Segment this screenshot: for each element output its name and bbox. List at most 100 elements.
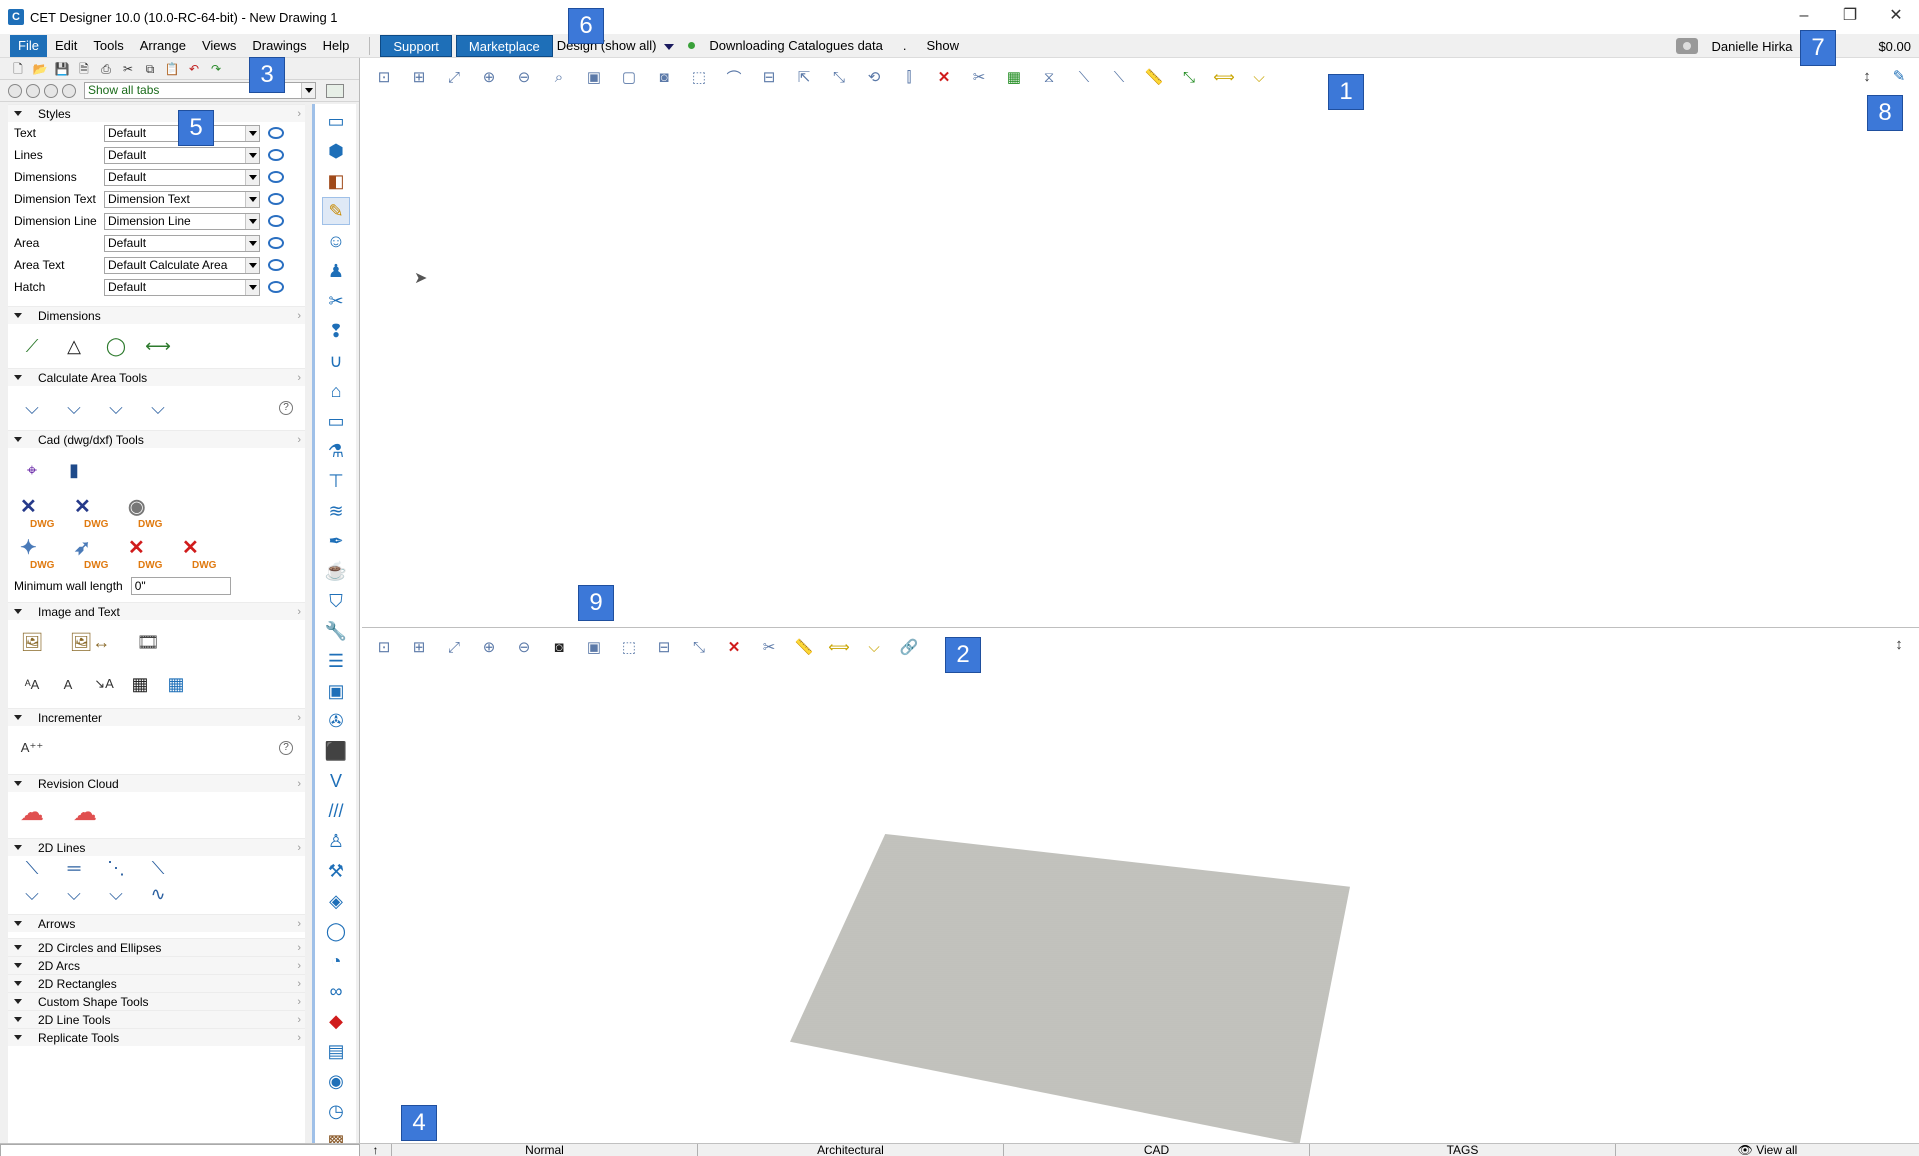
section-styles[interactable]: Styles bbox=[8, 104, 305, 123]
select-area-icon[interactable]: ⬚ bbox=[617, 636, 641, 658]
zoom-extents-icon[interactable]: ⊡ bbox=[372, 66, 396, 88]
tab-cup-icon[interactable]: ☕ bbox=[323, 558, 349, 584]
tab-layers-icon[interactable]: ≋ bbox=[323, 498, 349, 524]
snap-icon[interactable]: ⌵ bbox=[1247, 66, 1271, 88]
area-tool-icon-1[interactable]: ⌵ bbox=[18, 395, 46, 421]
eye-icon[interactable] bbox=[268, 259, 284, 271]
ruler-icon[interactable]: 📏 bbox=[1142, 66, 1166, 88]
table-icon[interactable]: ▦ bbox=[162, 671, 190, 697]
line-point-icon[interactable]: ⟍ bbox=[144, 855, 172, 881]
dwg-explode-icon[interactable]: ✕ DWG bbox=[18, 494, 62, 530]
tab-magnet-icon[interactable]: ∪ bbox=[323, 348, 349, 374]
tab-monitor-icon[interactable]: ▭ bbox=[323, 408, 349, 434]
crosshair-icon[interactable]: ⌖ bbox=[18, 457, 46, 483]
panel-options-icon[interactable] bbox=[326, 83, 344, 98]
tab-diamond-icon[interactable]: ◈ bbox=[323, 888, 349, 914]
select-area-icon[interactable]: ⬚ bbox=[687, 66, 711, 88]
text-box-icon[interactable]: A bbox=[54, 671, 82, 697]
tab-materials-icon[interactable]: ◧ bbox=[323, 168, 349, 194]
style-dimension-line-select[interactable]: Dimension Line bbox=[104, 212, 260, 230]
open-folder-icon[interactable]: 📂 bbox=[32, 61, 48, 77]
revision-cloud-icon[interactable]: ☁ bbox=[18, 799, 46, 826]
new-file-icon[interactable]: 🗋 bbox=[10, 61, 26, 77]
tab-cloth-icon[interactable]: ⛉ bbox=[323, 588, 349, 614]
filter-circle-icon-4[interactable] bbox=[62, 83, 76, 98]
minimum-wall-length-input[interactable]: 0" bbox=[130, 577, 231, 595]
status-architectural[interactable]: Architectural bbox=[698, 1144, 1004, 1156]
eye-icon[interactable] bbox=[268, 237, 284, 249]
area-tool-icon-3[interactable]: ⌵ bbox=[102, 395, 130, 421]
tab-lamp-icon[interactable]: ❢ bbox=[323, 318, 349, 344]
minimize-button[interactable]: – bbox=[1781, 0, 1827, 34]
text-tool-icon[interactable]: ᴬA bbox=[18, 671, 46, 697]
fit-view-icon[interactable]: ⤢ bbox=[442, 66, 466, 88]
style-area-select[interactable]: Default bbox=[104, 234, 260, 252]
section-incrementer[interactable]: Incrementer bbox=[8, 708, 305, 727]
polyline-points-icon[interactable]: ∿ bbox=[144, 881, 172, 907]
insert-image-icon[interactable]: 🖼 bbox=[18, 629, 46, 655]
incrementer-icon[interactable]: A⁺⁺ bbox=[18, 735, 46, 761]
eye-icon[interactable] bbox=[268, 193, 284, 205]
tab-draw-tools-icon[interactable]: ✎ bbox=[322, 197, 350, 225]
eye-icon[interactable] bbox=[268, 127, 284, 139]
tab-wrench-icon[interactable]: 🔧 bbox=[323, 618, 349, 644]
radius-dimension-icon[interactable]: ◯ bbox=[102, 333, 130, 359]
dwg-view-icon[interactable]: ◉ DWG bbox=[126, 494, 170, 530]
camera-icon[interactable]: ◙ bbox=[547, 636, 571, 658]
eye-icon[interactable] bbox=[268, 149, 284, 161]
menu-edit[interactable]: Edit bbox=[47, 35, 85, 57]
2d-view[interactable]: ⊡ ⊞ ⤢ ⊕ ⊖ ⌕ ▣ ▢ ◙ ⬚ ⌒ ⊟ ⇱ ⤡ ⟲ ⫿ ✕ ✂ ▦ ⧖ … bbox=[362, 58, 1919, 625]
move-icon[interactable]: ⇱ bbox=[792, 66, 816, 88]
style-dimensions-select[interactable]: Default bbox=[104, 168, 260, 186]
tab-photo-icon[interactable]: ▣ bbox=[323, 678, 349, 704]
area-tool-icon-4[interactable]: ⌵ bbox=[144, 395, 172, 421]
revision-cloud-polyline-icon[interactable]: ☁ bbox=[60, 799, 110, 826]
tab-clock-icon[interactable]: ◷ bbox=[323, 1098, 349, 1124]
zoom-out-icon[interactable]: ⊖ bbox=[512, 636, 536, 658]
area-tool-icon-2[interactable]: ⌵ bbox=[60, 395, 88, 421]
style-dimension-text-select[interactable]: Dimension Text bbox=[104, 190, 260, 208]
select-line-icon[interactable]: ⊟ bbox=[652, 636, 676, 658]
polyline-2-icon[interactable]: ⌵ bbox=[60, 881, 88, 907]
zoom-in-icon[interactable]: ⊕ bbox=[477, 66, 501, 88]
support-button[interactable]: Support bbox=[380, 34, 452, 57]
stamp-icon[interactable]: ▦ bbox=[126, 671, 154, 697]
tab-floor-icon[interactable]: ▭ bbox=[323, 108, 349, 134]
tab-figures-icon[interactable]: ♟ bbox=[323, 258, 349, 284]
menu-file[interactable]: File bbox=[10, 34, 47, 57]
tab-book-icon[interactable]: ▤ bbox=[323, 1038, 349, 1064]
tab-pen-icon[interactable]: ✒ bbox=[323, 528, 349, 554]
camera-view-icon[interactable]: ◙ bbox=[652, 66, 676, 88]
flip-icon[interactable]: ⟺ bbox=[1212, 66, 1236, 88]
zoom-selection-icon[interactable]: ⌕ bbox=[547, 66, 571, 88]
redo-icon[interactable]: ↷ bbox=[208, 61, 224, 77]
menu-help[interactable]: Help bbox=[315, 35, 358, 57]
section-2d-rectangles[interactable]: 2D Rectangles bbox=[8, 974, 305, 993]
section-image-text[interactable]: Image and Text bbox=[8, 602, 305, 621]
tab-v-icon[interactable]: V bbox=[323, 768, 349, 794]
render-icon[interactable]: ▣ bbox=[582, 636, 606, 658]
polyline-dashed-icon[interactable]: ⌵ bbox=[102, 881, 130, 907]
copy-icon[interactable]: ⧉ bbox=[142, 61, 158, 77]
distance-icon[interactable]: ⟍ bbox=[1107, 66, 1131, 88]
tab-house-icon[interactable]: ⌂ bbox=[323, 378, 349, 404]
lasso-icon[interactable]: ⌒ bbox=[722, 66, 746, 88]
fit-view-icon[interactable]: ⤢ bbox=[442, 636, 466, 658]
section-2d-line-tools[interactable]: 2D Line Tools bbox=[8, 1010, 305, 1029]
section-2d-arcs[interactable]: 2D Arcs bbox=[8, 956, 305, 975]
eye-icon[interactable] bbox=[268, 281, 284, 293]
tab-lab-icon[interactable]: ⚗ bbox=[323, 438, 349, 464]
dwg-remove-icon[interactable]: ✕ DWG bbox=[126, 535, 170, 571]
show-button[interactable]: Show bbox=[927, 38, 960, 53]
mirror-icon[interactable]: ⧖ bbox=[1037, 66, 1061, 88]
status-cad[interactable]: CAD bbox=[1004, 1144, 1310, 1156]
menu-drawings[interactable]: Drawings bbox=[244, 35, 314, 57]
style-lines-select[interactable]: Default bbox=[104, 146, 260, 164]
line-measure-icon[interactable]: ⟍ bbox=[1072, 66, 1096, 88]
tab-stripes-icon[interactable]: /// bbox=[323, 798, 349, 824]
dwg-explode-all-icon[interactable]: ✕ DWG bbox=[72, 494, 116, 530]
section-2d-circles[interactable]: 2D Circles and Ellipses bbox=[8, 938, 305, 957]
group-icon[interactable]: ▦ bbox=[1002, 66, 1026, 88]
zoom-window-icon[interactable]: ⊞ bbox=[407, 66, 431, 88]
tab-tools-icon[interactable]: ✂ bbox=[323, 288, 349, 314]
